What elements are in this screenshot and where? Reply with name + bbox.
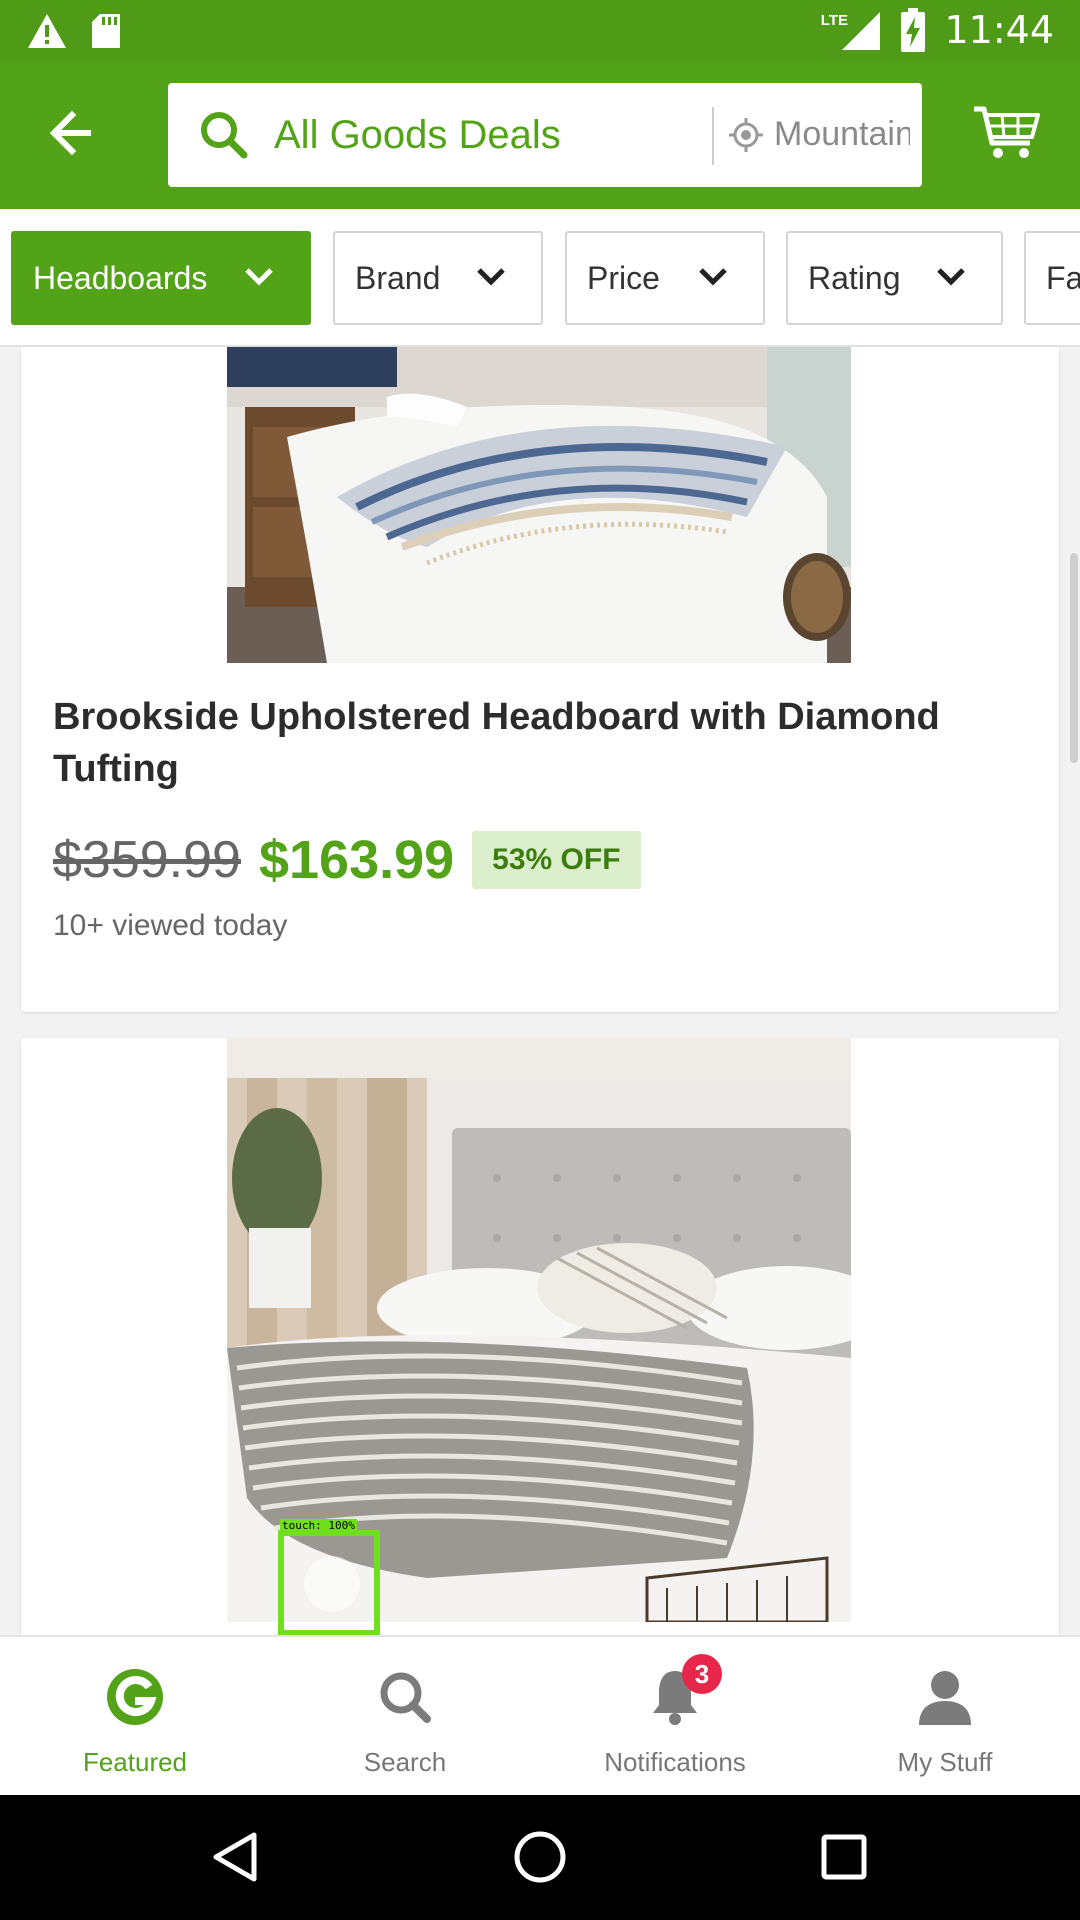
nav-featured[interactable]: Featured [0,1637,270,1797]
viewed-count: 10+ viewed today [53,909,288,942]
filter-row: Headboards Brand Price Rating Fa [0,209,1080,347]
filter-chip-brand[interactable]: Brand [333,231,543,325]
filter-label: Fa [1046,259,1080,296]
chevron-down-icon [477,268,505,286]
status-bar: LTE 11:44 [0,0,1080,63]
location-icon [729,118,763,152]
cart-icon[interactable] [972,103,1042,163]
search-icon [380,1672,431,1723]
search-query[interactable]: All Goods Deals [274,113,561,158]
filter-label: Rating [808,259,901,296]
person-icon [919,1671,971,1725]
status-left [26,12,122,50]
bottom-nav: Featured Search Notifications My Stuff [0,1635,1080,1795]
filter-label: Brand [355,259,441,296]
search-divider [712,107,714,165]
nav-label: My Stuff [897,1747,993,1777]
status-right: LTE 11:44 [821,8,1054,52]
nav-label: Notifications [604,1747,746,1777]
touch-indicator-box [278,1530,380,1636]
chevron-down-icon [699,268,727,286]
filter-label: Price [587,259,660,296]
price-row: $359.99 $163.99 53% OFF [53,829,641,891]
product-card[interactable] [21,1038,1059,1648]
sd-card-icon [92,14,120,48]
chevron-down-icon [937,268,965,286]
scrollbar[interactable] [1070,553,1078,763]
back-arrow-icon[interactable] [44,103,104,163]
groupon-g-icon [107,1669,163,1725]
product-image-bed-white[interactable] [227,347,851,663]
nav-search[interactable]: Search [270,1637,540,1797]
chevron-down-icon [245,268,273,286]
nav-notifications[interactable]: Notifications [540,1637,810,1797]
nav-label: Featured [82,1747,188,1777]
network-type: LTE [820,12,848,29]
battery-charging-icon [901,8,926,52]
home-circle-icon[interactable] [510,1827,570,1887]
system-nav-bar [0,1795,1080,1920]
nav-label: Search [363,1747,447,1777]
filter-chip-more[interactable]: Fa [1024,231,1080,325]
discount-badge: 53% OFF [472,831,641,889]
product-card[interactable]: Brookside Upholstered Headboard with Dia… [21,347,1059,1012]
search-icon [201,112,248,159]
sale-price: $163.99 [258,830,455,890]
alert-icon [28,14,66,48]
notification-badge: 3 [682,1654,722,1694]
touch-indicator-label: touch: 100% [280,1519,357,1532]
search-bar[interactable]: All Goods Deals Mountain View [168,83,922,187]
recents-square-icon[interactable] [814,1827,874,1887]
screen: LTE 11:44 All Goods Deals Mountain Headb… [0,0,1080,1920]
location-text[interactable]: Mountain View [774,115,910,154]
filter-chip-price[interactable]: Price [565,231,765,325]
app-header: All Goods Deals Mountain View [0,63,1080,209]
nav-my-stuff[interactable]: My Stuff [810,1637,1080,1797]
filter-label: Headboards [33,259,208,296]
product-image-art [227,347,851,663]
filter-chip-rating[interactable]: Rating [786,231,1003,325]
product-title[interactable]: Brookside Upholstered Headboard with Dia… [53,691,1033,795]
filter-chip-headboards[interactable]: Headboards [11,231,311,325]
back-triangle-icon[interactable] [206,1827,266,1887]
status-time: 11:44 [944,8,1054,52]
original-price: $359.99 [53,831,241,889]
